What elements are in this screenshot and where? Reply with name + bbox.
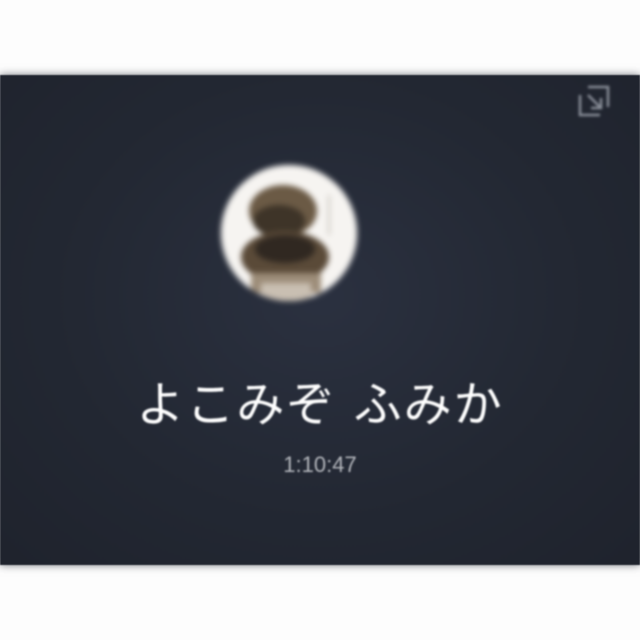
photo-frame: よこみぞ ふみか 1:10:47 [0, 0, 640, 640]
call-duration: 1:10:47 [283, 452, 357, 477]
minimize-call-button[interactable] [576, 83, 612, 119]
caller-name: よこみぞ ふみか [136, 377, 504, 433]
voice-call-screen: よこみぞ ふみか 1:10:47 [0, 75, 640, 565]
minimize-arrow-icon [578, 85, 610, 117]
caller-avatar [221, 165, 357, 301]
